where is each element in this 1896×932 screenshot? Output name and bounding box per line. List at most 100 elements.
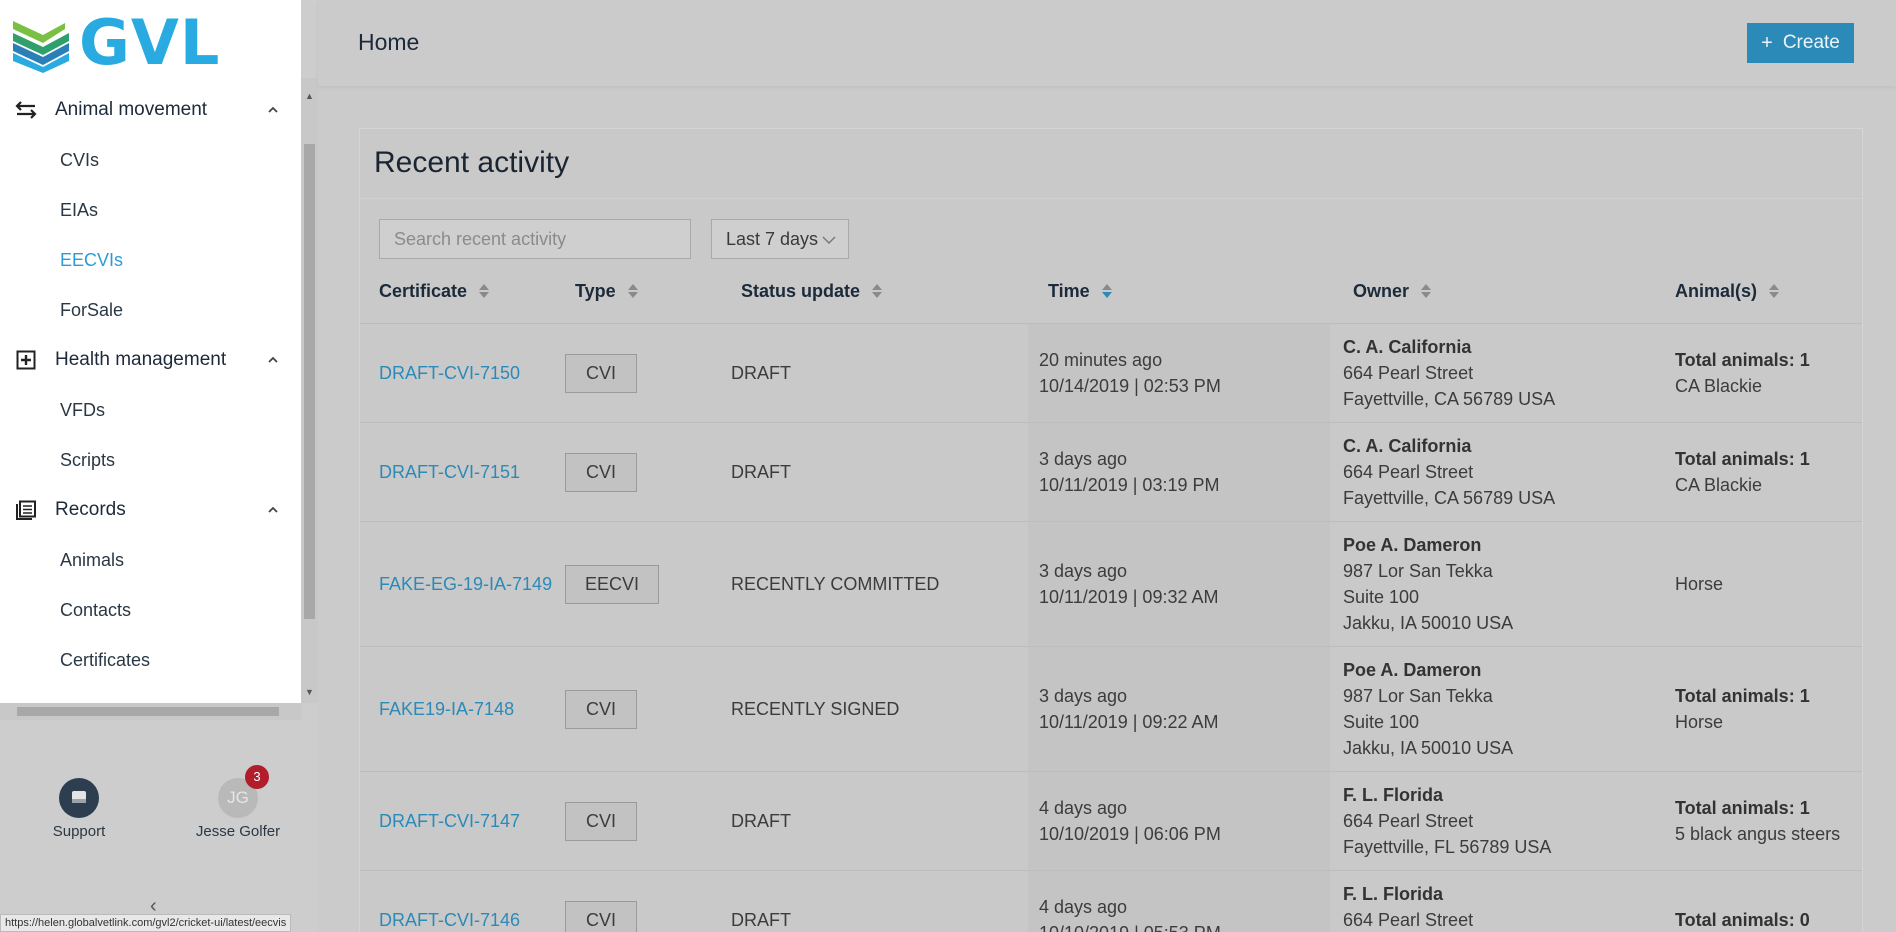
time-stamp: 10/14/2019 | 02:53 PM: [1039, 376, 1221, 396]
status-text: RECENTLY COMMITTED: [731, 574, 940, 594]
animals-detail: CA Blackie: [1675, 376, 1763, 396]
table-row[interactable]: DRAFT-CVI-7147 CVI DRAFT 4 days ago 10/1…: [360, 772, 1862, 871]
sidebar-item-cvis[interactable]: CVIs: [60, 145, 99, 175]
chevron-up-icon[interactable]: [264, 351, 282, 369]
table-row[interactable]: FAKE19-IA-7148 CVI RECENTLY SIGNED 3 day…: [360, 647, 1862, 772]
status-text: DRAFT: [731, 811, 791, 831]
nav-group-records[interactable]: Records: [0, 485, 301, 535]
time-stamp: 10/10/2019 | 05:53 PM: [1039, 920, 1221, 932]
time-stamp: 10/10/2019 | 06:06 PM: [1039, 824, 1221, 844]
sidebar-item-forsale[interactable]: ForSale: [60, 295, 123, 325]
support-button[interactable]: Support: [34, 778, 124, 840]
owner-address-line: Suite 100: [1343, 712, 1420, 732]
time-ago: 4 days ago: [1039, 798, 1128, 818]
time-cell: 3 days ago 10/11/2019 | 09:22 AM: [1039, 683, 1218, 735]
scrollbar-thumb[interactable]: [17, 707, 279, 716]
sidebar-item-eias[interactable]: EIAs: [60, 195, 98, 225]
animals-detail: 5 black angus steers: [1675, 824, 1841, 844]
type-badge: CVI: [565, 453, 637, 492]
certificate-link[interactable]: DRAFT-CVI-7151: [379, 459, 520, 485]
time-ago: 4 days ago: [1039, 897, 1128, 917]
chevron-down-icon: [822, 236, 836, 244]
column-header-time[interactable]: Time: [1048, 279, 1112, 303]
type-badge: EECVI: [565, 565, 659, 604]
animals-cell: Total animals: 0: [1675, 907, 1810, 932]
nav-group-animal-movement[interactable]: Animal movement: [0, 85, 301, 135]
owner-name: F. L. Florida: [1343, 785, 1444, 805]
status-text: RECENTLY SIGNED: [731, 699, 900, 719]
page-title: Home: [358, 29, 420, 55]
chevron-up-icon[interactable]: [264, 101, 282, 119]
type-badge: CVI: [565, 802, 637, 841]
create-button[interactable]: + Create: [1747, 23, 1854, 63]
certificate-link[interactable]: DRAFT-CVI-7147: [379, 808, 520, 834]
certificate-link[interactable]: FAKE-EG-19-IA-7149: [379, 571, 552, 597]
create-label: Create: [1782, 32, 1840, 53]
user-menu[interactable]: JG 3 Jesse Golfer: [193, 765, 283, 840]
animals-cell: Total animals: 1 CA Blackie: [1675, 446, 1810, 498]
owner-cell: F. L. Florida 664 Pearl Street: [1343, 881, 1473, 932]
sidebar-item-eecvis[interactable]: EECVIs: [60, 245, 123, 275]
avatar-initials: JG: [227, 788, 249, 807]
time-cell: 4 days ago 10/10/2019 | 05:53 PM: [1039, 894, 1221, 932]
gvl-logo[interactable]: GVL: [13, 10, 220, 76]
sidebar-vertical-scrollbar[interactable]: ▲ ▼: [301, 78, 318, 703]
column-header-owner[interactable]: Owner: [1353, 279, 1432, 303]
logo-text: GVL: [79, 6, 221, 79]
certificate-link[interactable]: DRAFT-CVI-7146: [379, 907, 520, 932]
column-header-status-update[interactable]: Status update: [741, 279, 883, 303]
scrollbar-thumb[interactable]: [304, 144, 315, 619]
owner-address-line: Fayettville, CA 56789 USA: [1343, 488, 1556, 508]
table-row[interactable]: FAKE-EG-19-IA-7149 EECVI RECENTLY COMMIT…: [360, 522, 1862, 647]
owner-cell: C. A. California 664 Pearl Street Fayett…: [1343, 334, 1555, 412]
scroll-down-arrow-icon[interactable]: ▼: [305, 688, 314, 697]
sidebar-item-vfds[interactable]: VFDs: [60, 395, 105, 425]
records-icon: [14, 498, 38, 522]
sidebar-item-animals[interactable]: Animals: [60, 545, 124, 575]
owner-address-line: 664 Pearl Street: [1343, 910, 1474, 930]
sidebar-horizontal-scrollbar[interactable]: [0, 703, 301, 720]
chevron-up-icon[interactable]: [264, 501, 282, 519]
owner-address-line: Jakku, IA 50010 USA: [1343, 738, 1514, 758]
column-header-animals[interactable]: Animal(s): [1675, 279, 1780, 303]
table-row[interactable]: DRAFT-CVI-7151 CVI DRAFT 3 days ago 10/1…: [360, 423, 1862, 522]
sidebar-nav-panel: GVL Animal movement CVIs EIAs EECVIs For…: [0, 0, 301, 703]
certificate-link[interactable]: DRAFT-CVI-7150: [379, 360, 520, 386]
animals-detail: Horse: [1675, 712, 1724, 732]
scroll-up-arrow-icon[interactable]: ▲: [305, 92, 314, 101]
time-ago: 3 days ago: [1039, 561, 1128, 581]
time-stamp: 10/11/2019 | 09:22 AM: [1039, 712, 1219, 732]
column-header-certificate[interactable]: Certificate: [379, 279, 490, 303]
card-title: Recent activity: [374, 146, 570, 179]
animals-detail: Horse: [1675, 574, 1724, 594]
column-header-type[interactable]: Type: [575, 279, 638, 303]
arrows-swap-icon: [14, 98, 38, 122]
sort-desc-icon: [1101, 283, 1112, 299]
animals-cell: Horse: [1675, 571, 1723, 597]
table-row[interactable]: DRAFT-CVI-7146 CVI DRAFT 4 days ago 10/1…: [360, 871, 1862, 932]
sort-icon: [1769, 283, 1780, 299]
date-range-select[interactable]: Last 7 days: [711, 219, 849, 259]
sort-icon: [872, 283, 883, 299]
card-header: Recent activity: [360, 129, 1862, 199]
search-input[interactable]: Search recent activity: [379, 219, 691, 259]
owner-cell: C. A. California 664 Pearl Street Fayett…: [1343, 433, 1555, 511]
owner-address-line: Suite 100: [1343, 587, 1420, 607]
status-bar-url: https://helen.globalvetlink.com/gvl2/cri…: [0, 914, 292, 932]
column-label: Animal(s): [1675, 280, 1758, 301]
certificate-link[interactable]: FAKE19-IA-7148: [379, 696, 514, 722]
sort-icon: [479, 283, 490, 299]
chat-icon: [59, 778, 99, 818]
time-ago: 20 minutes ago: [1039, 350, 1163, 370]
avatar: JG 3: [218, 765, 269, 818]
animals-total: Total animals: 0: [1675, 910, 1810, 930]
plus-icon: +: [1761, 31, 1773, 54]
table-row[interactable]: DRAFT-CVI-7150 CVI DRAFT 20 minutes ago …: [360, 324, 1862, 423]
sidebar-item-contacts[interactable]: Contacts: [60, 595, 131, 625]
nav-group-health-management[interactable]: Health management: [0, 335, 301, 385]
support-label: Support: [52, 823, 106, 840]
sidebar-item-scripts[interactable]: Scripts: [60, 445, 115, 475]
top-header: Home + Create: [318, 0, 1896, 86]
sidebar-item-certificates[interactable]: Certificates: [60, 645, 150, 675]
owner-address-line: Fayettville, CA 56789 USA: [1343, 389, 1556, 409]
